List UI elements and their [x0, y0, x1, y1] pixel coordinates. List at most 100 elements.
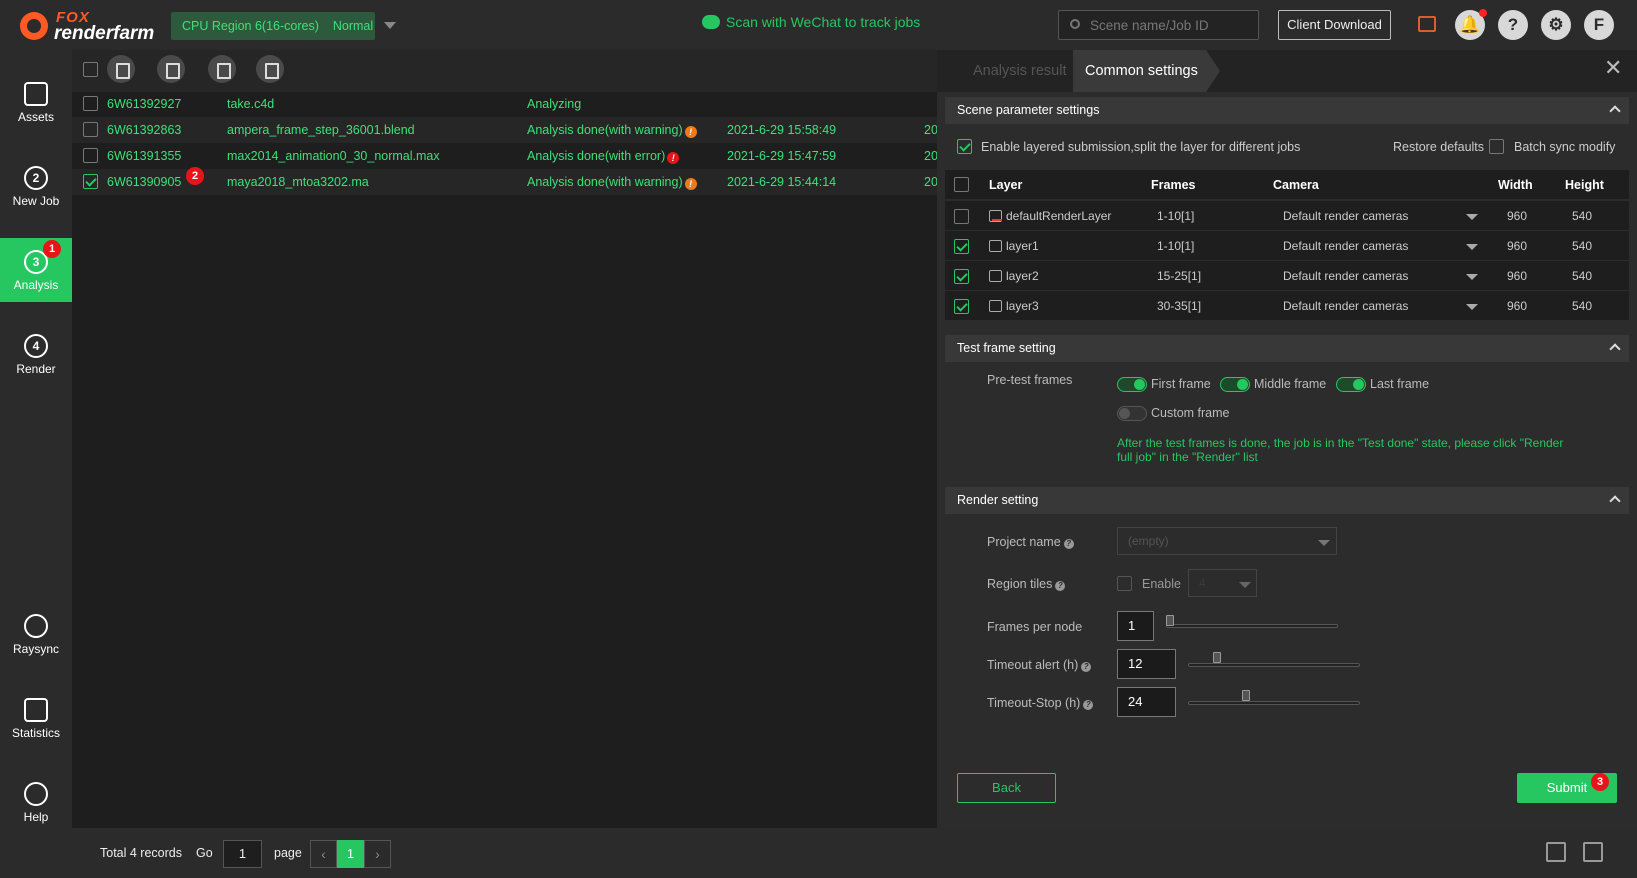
back-button[interactable]: Back [957, 773, 1056, 803]
sidebar-item-new-job[interactable]: 2 New Job [0, 158, 72, 222]
layer-camera[interactable]: Default render cameras [1283, 299, 1408, 313]
wechat-icon [702, 15, 720, 29]
tab-common-settings[interactable]: Common settings [1073, 50, 1220, 92]
camera-dropdown-icon[interactable] [1466, 244, 1478, 250]
logo-bottom-text: renderfarm [54, 23, 155, 44]
timeout-stop-slider-handle[interactable] [1242, 690, 1250, 701]
collapse-chevron-icon[interactable] [1609, 495, 1621, 507]
sidebar-item-help[interactable]: Help [0, 774, 72, 838]
job-row-checkbox[interactable] [83, 174, 98, 189]
scene-section-title: Scene parameter settings [957, 103, 1100, 117]
timeout-alert-input[interactable]: 12 [1117, 649, 1176, 679]
layer-camera[interactable]: Default render cameras [1283, 239, 1408, 253]
layer-checkbox[interactable] [954, 299, 969, 314]
scene-parameter-section-header[interactable]: Scene parameter settings [945, 97, 1629, 124]
user-avatar[interactable]: F [1584, 10, 1614, 40]
layer-frames: 15-25[1] [1157, 269, 1202, 283]
submit-step-badge: 3 [1591, 773, 1609, 791]
client-download-button[interactable]: Client Download [1278, 10, 1391, 40]
search-input[interactable] [1090, 15, 1250, 35]
first-frame-toggle[interactable] [1117, 377, 1147, 392]
save-file-icon[interactable] [107, 55, 135, 83]
layer-camera[interactable]: Default render cameras [1283, 269, 1408, 283]
job-row[interactable]: 6W61391355 max2014_animation0_30_normal.… [72, 143, 938, 169]
timeout-stop-slider[interactable] [1188, 701, 1360, 705]
last-frame-toggle[interactable] [1336, 377, 1366, 392]
layer-checkbox[interactable] [954, 239, 969, 254]
project-name-select[interactable]: (empty) [1117, 527, 1337, 555]
qr-code-icon[interactable] [1583, 842, 1603, 862]
job-row[interactable]: 6W61392927 take.c4d Analyzing [72, 91, 937, 117]
camera-dropdown-icon[interactable] [1466, 214, 1478, 220]
frames-per-node-input[interactable]: 1 [1117, 611, 1154, 641]
notification-dot [1479, 9, 1487, 17]
page-input[interactable]: 1 [223, 840, 262, 868]
job-id: 6W61392863 [107, 123, 182, 137]
job-id: 6W61390905 [107, 175, 182, 189]
batch-sync-checkbox[interactable] [1489, 139, 1504, 154]
prev-page-button[interactable]: ‹ [310, 840, 337, 868]
layer-name-text: defaultRenderLayer [1006, 209, 1112, 223]
current-page-button[interactable]: 1 [337, 840, 364, 868]
project-dropdown-icon[interactable] [1318, 540, 1330, 546]
timeout-alert-slider[interactable] [1188, 663, 1360, 667]
layer-checkbox[interactable] [954, 209, 969, 224]
layer-row[interactable]: layer2 15-25[1] Default render cameras 9… [945, 260, 1629, 290]
collapse-chevron-icon[interactable] [1609, 105, 1621, 117]
sidebar-item-analysis[interactable]: 3 Analysis [0, 238, 72, 302]
job-row[interactable]: 6W61392863 ampera_frame_step_36001.blend… [72, 117, 938, 143]
layer-camera[interactable]: Default render cameras [1283, 209, 1408, 223]
middle-frame-toggle[interactable] [1220, 377, 1250, 392]
job-row-checkbox[interactable] [83, 96, 98, 111]
frames-per-node-slider[interactable] [1166, 624, 1338, 628]
job-row-checkbox[interactable] [83, 148, 98, 163]
region-dropdown-icon[interactable] [384, 22, 396, 29]
custom-frame-toggle[interactable] [1117, 406, 1147, 421]
layer-row[interactable]: layer1 1-10[1] Default render cameras 96… [945, 230, 1629, 260]
layer-row[interactable]: defaultRenderLayer 1-10[1] Default rende… [945, 200, 1629, 230]
region-tiles-dropdown-icon[interactable] [1239, 582, 1251, 588]
region-selector[interactable]: CPU Region 6(16-cores) Normal [171, 12, 375, 40]
region-tiles-enable-checkbox[interactable] [1117, 576, 1132, 591]
timeout-stop-input[interactable]: 24 [1117, 687, 1176, 717]
frames-per-node-slider-handle[interactable] [1166, 615, 1174, 626]
sidebar-item-assets[interactable]: Assets [0, 74, 72, 138]
restore-defaults-link[interactable]: Restore defaults [1393, 140, 1484, 154]
delete-trash-icon[interactable] [256, 55, 284, 83]
wechat-track-link[interactable]: Scan with WeChat to track jobs [702, 14, 920, 30]
search-box[interactable] [1058, 10, 1259, 40]
job-row-checkbox[interactable] [83, 122, 98, 137]
project-name-label-text: Project name [987, 535, 1061, 549]
layer-checkbox[interactable] [954, 269, 969, 284]
render-setting-section-header[interactable]: Render setting [945, 487, 1629, 514]
test-frame-section-header[interactable]: Test frame setting [945, 335, 1629, 362]
job-scene: max2014_animation0_30_normal.max [227, 149, 440, 163]
timeout-alert-slider-handle[interactable] [1213, 652, 1221, 663]
layered-submission-checkbox[interactable] [957, 139, 972, 154]
tab-analysis-result[interactable]: Analysis result [973, 50, 1066, 92]
sidebar-item-raysync[interactable]: Raysync [0, 606, 72, 670]
sort-transfer-icon[interactable] [1546, 842, 1566, 862]
col-width: Width [1498, 178, 1533, 192]
cancel-job-icon[interactable] [208, 55, 236, 83]
sidebar-item-statistics[interactable]: Statistics [0, 690, 72, 754]
select-all-checkbox[interactable] [83, 62, 98, 77]
sidebar-item-render[interactable]: 4 Render [0, 326, 72, 390]
reanalyze-icon[interactable] [157, 55, 185, 83]
layer-disabled-icon [989, 210, 1002, 222]
info-icon: ? [1083, 700, 1094, 710]
collapse-chevron-icon[interactable] [1609, 343, 1621, 355]
settings-gear-icon[interactable]: ⚙ [1541, 10, 1571, 40]
layer-select-all-checkbox[interactable] [954, 177, 969, 192]
layer-name: layer2 [989, 269, 1039, 283]
gift-icon[interactable] [1418, 16, 1436, 32]
frames-per-node-label: Frames per node [987, 620, 1083, 634]
help-icon[interactable]: ? [1498, 10, 1528, 40]
camera-dropdown-icon[interactable] [1466, 274, 1478, 280]
job-status-text: Analysis done(with warning) [527, 175, 683, 189]
close-panel-icon[interactable]: ✕ [1604, 57, 1622, 79]
layer-row[interactable]: layer3 30-35[1] Default render cameras 9… [945, 290, 1629, 320]
camera-dropdown-icon[interactable] [1466, 304, 1478, 310]
next-page-button[interactable]: › [364, 840, 391, 868]
sidebar-label-analysis: Analysis [13, 278, 59, 292]
